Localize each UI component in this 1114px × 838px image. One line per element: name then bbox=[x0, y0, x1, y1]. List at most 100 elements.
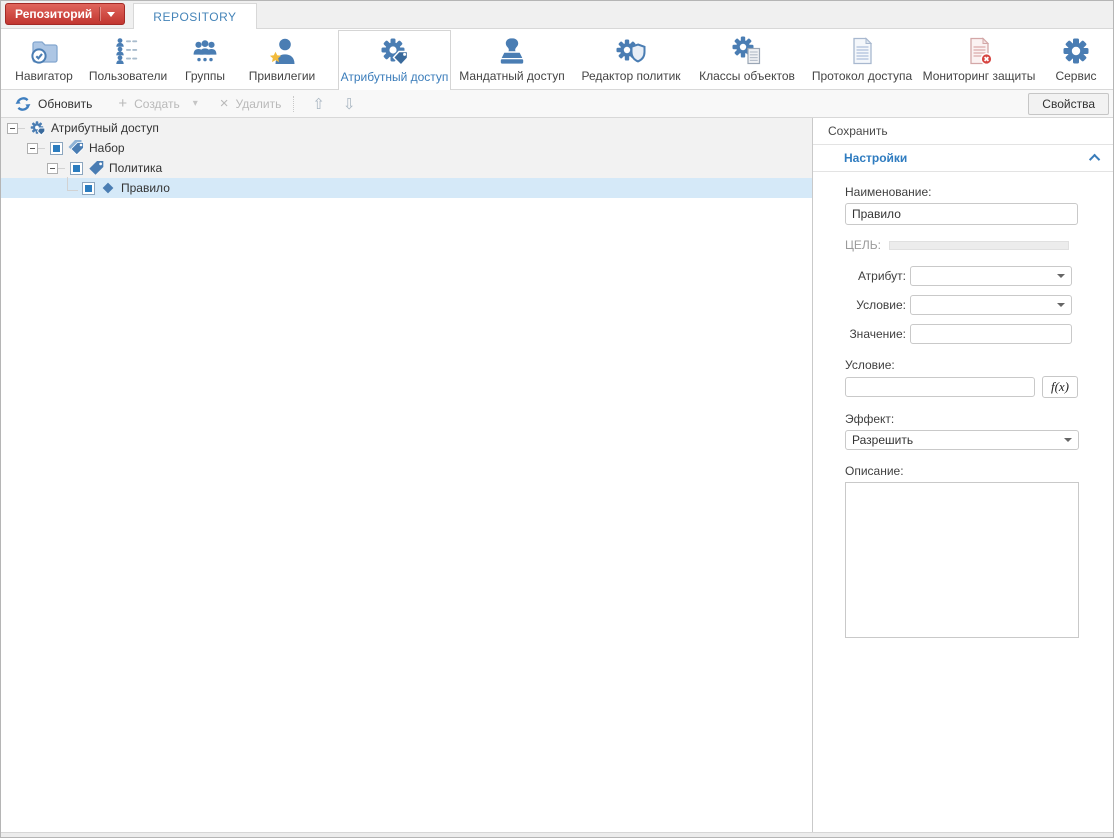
tree-row-nabor[interactable]: Набор bbox=[1, 138, 812, 158]
effect-block: Эффект: Разрешить bbox=[845, 412, 1113, 450]
tab-attribute-access-label: Атрибутный доступ bbox=[341, 70, 449, 84]
move-down-button[interactable]: ⇩ bbox=[343, 95, 356, 113]
value-label: Значение: bbox=[845, 327, 906, 341]
button-divider bbox=[99, 7, 100, 21]
diamond-icon bbox=[100, 180, 116, 196]
tab-groups[interactable]: Группы bbox=[175, 31, 235, 89]
tab-mandatory-access-label: Мандатный доступ bbox=[459, 69, 564, 83]
tab-mandatory-access[interactable]: Мандатный доступ bbox=[453, 31, 571, 89]
tree-connector bbox=[38, 148, 45, 149]
attribute-label: Атрибут: bbox=[845, 269, 906, 283]
refresh-button[interactable]: Обновить bbox=[9, 93, 98, 115]
tab-access-log-label: Протокол доступа bbox=[812, 69, 912, 83]
condition-expression-block: Условие: f(x) bbox=[845, 358, 1113, 398]
plus-icon: + bbox=[118, 98, 127, 110]
tab-object-classes-label: Классы объектов bbox=[699, 69, 795, 83]
dropdown-arrow-icon[interactable] bbox=[1057, 303, 1065, 307]
checkbox[interactable] bbox=[82, 182, 95, 195]
main-content: Атрибутный доступ Набор bbox=[1, 118, 1113, 832]
groups-icon bbox=[189, 35, 221, 67]
tab-attribute-access[interactable]: Атрибутный доступ bbox=[338, 30, 451, 90]
attribute-row: Атрибут: bbox=[845, 266, 1113, 286]
tree-item-label: Набор bbox=[89, 141, 125, 155]
create-button[interactable]: + Создать ▾ bbox=[112, 94, 203, 114]
dropdown-arrow-icon[interactable] bbox=[1057, 274, 1065, 278]
tab-navigator[interactable]: Навигатор bbox=[5, 31, 83, 89]
tab-repository[interactable]: REPOSITORY bbox=[133, 3, 256, 29]
tab-security-monitoring[interactable]: Мониторинг защиты bbox=[919, 31, 1039, 89]
caret-down-icon bbox=[107, 12, 115, 17]
tree-toolbar: Обновить + Создать ▾ × Удалить ⇧ ⇩ Свойс… bbox=[1, 90, 1113, 118]
properties-panel: Сохранить Настройки Наименование: ЦЕЛЬ: … bbox=[813, 118, 1113, 832]
collapse-minus-icon[interactable] bbox=[47, 163, 58, 174]
description-textarea[interactable] bbox=[845, 482, 1079, 638]
status-bar bbox=[1, 832, 1113, 837]
toolbar-separator bbox=[293, 96, 294, 112]
tab-privileges[interactable]: Привилегии bbox=[239, 31, 325, 89]
value-row: Значение: bbox=[845, 324, 1113, 344]
users-list-icon bbox=[112, 35, 144, 67]
name-input[interactable] bbox=[845, 203, 1078, 225]
function-editor-button[interactable]: f(x) bbox=[1042, 376, 1078, 398]
move-up-button[interactable]: ⇧ bbox=[312, 95, 325, 113]
tab-navigator-label: Навигатор bbox=[15, 69, 73, 83]
create-label: Создать bbox=[134, 97, 180, 111]
repository-menu-button[interactable]: Репозиторий bbox=[5, 3, 125, 25]
tree-row-attribute-access[interactable]: Атрибутный доступ bbox=[1, 118, 812, 138]
access-log-icon bbox=[846, 35, 878, 67]
tab-object-classes[interactable]: Классы объектов bbox=[691, 31, 803, 89]
tree-item-label: Атрибутный доступ bbox=[51, 121, 159, 135]
create-menu-caret-icon[interactable]: ▾ bbox=[193, 98, 198, 109]
tab-service-label: Сервис bbox=[1055, 69, 1096, 83]
attribute-access-icon bbox=[379, 36, 411, 68]
application-window: Репозиторий REPOSITORY Навигатор bbox=[0, 0, 1114, 838]
collapse-minus-icon[interactable] bbox=[7, 123, 18, 134]
checkbox[interactable] bbox=[70, 162, 83, 175]
tab-users-label: Пользователи bbox=[89, 69, 167, 83]
value-input[interactable] bbox=[910, 324, 1072, 344]
object-classes-icon bbox=[731, 35, 763, 67]
properties-button[interactable]: Свойства bbox=[1028, 93, 1109, 115]
tags-icon bbox=[68, 140, 84, 156]
tree-connector bbox=[58, 168, 65, 169]
save-button[interactable]: Сохранить bbox=[813, 118, 1113, 145]
delete-label: Удалить bbox=[236, 97, 282, 111]
access-tree-panel: Атрибутный доступ Набор bbox=[1, 118, 813, 832]
tab-privileges-label: Привилегии bbox=[249, 69, 316, 83]
tab-policy-editor-label: Редактор политик bbox=[581, 69, 680, 83]
condition-select[interactable] bbox=[910, 295, 1072, 315]
target-divider-bar bbox=[889, 241, 1069, 250]
chevron-up-icon[interactable] bbox=[1089, 154, 1100, 165]
tab-groups-label: Группы bbox=[185, 69, 225, 83]
collapse-minus-icon[interactable] bbox=[27, 143, 38, 154]
attribute-select[interactable] bbox=[910, 266, 1072, 286]
name-label: Наименование: bbox=[845, 185, 1113, 199]
tree-row-pravilo[interactable]: Правило bbox=[1, 178, 812, 198]
mandatory-access-icon bbox=[496, 35, 528, 67]
condition-input[interactable] bbox=[845, 377, 1035, 397]
condition-combo-row: Условие: bbox=[845, 295, 1113, 315]
tree-row-politika[interactable]: Политика bbox=[1, 158, 812, 178]
settings-section-title: Настройки bbox=[844, 151, 907, 165]
condition-label: Условие: bbox=[845, 358, 1113, 372]
tab-users[interactable]: Пользователи bbox=[85, 31, 171, 89]
tab-service[interactable]: Сервис bbox=[1043, 31, 1109, 89]
tab-policy-editor[interactable]: Редактор политик bbox=[574, 31, 688, 89]
tree-connector bbox=[18, 128, 25, 129]
description-label: Описание: bbox=[845, 464, 1113, 478]
settings-section-header[interactable]: Настройки bbox=[813, 145, 1113, 172]
checkbox[interactable] bbox=[50, 142, 63, 155]
delete-button[interactable]: × Удалить bbox=[214, 94, 288, 114]
tab-access-log[interactable]: Протокол доступа bbox=[806, 31, 918, 89]
description-block: Описание: bbox=[845, 464, 1113, 641]
refresh-icon bbox=[15, 96, 31, 112]
service-icon bbox=[1060, 35, 1092, 67]
target-divider: ЦЕЛЬ: bbox=[845, 238, 1113, 252]
effect-select[interactable]: Разрешить bbox=[845, 430, 1079, 450]
dropdown-arrow-icon[interactable] bbox=[1064, 438, 1072, 442]
rule-form: Наименование: ЦЕЛЬ: Атрибут: Условие: bbox=[813, 172, 1113, 641]
refresh-label: Обновить bbox=[38, 97, 92, 111]
policy-editor-icon bbox=[615, 35, 647, 67]
tree-item-label: Политика bbox=[109, 161, 162, 175]
gear-tag-icon bbox=[30, 120, 46, 136]
